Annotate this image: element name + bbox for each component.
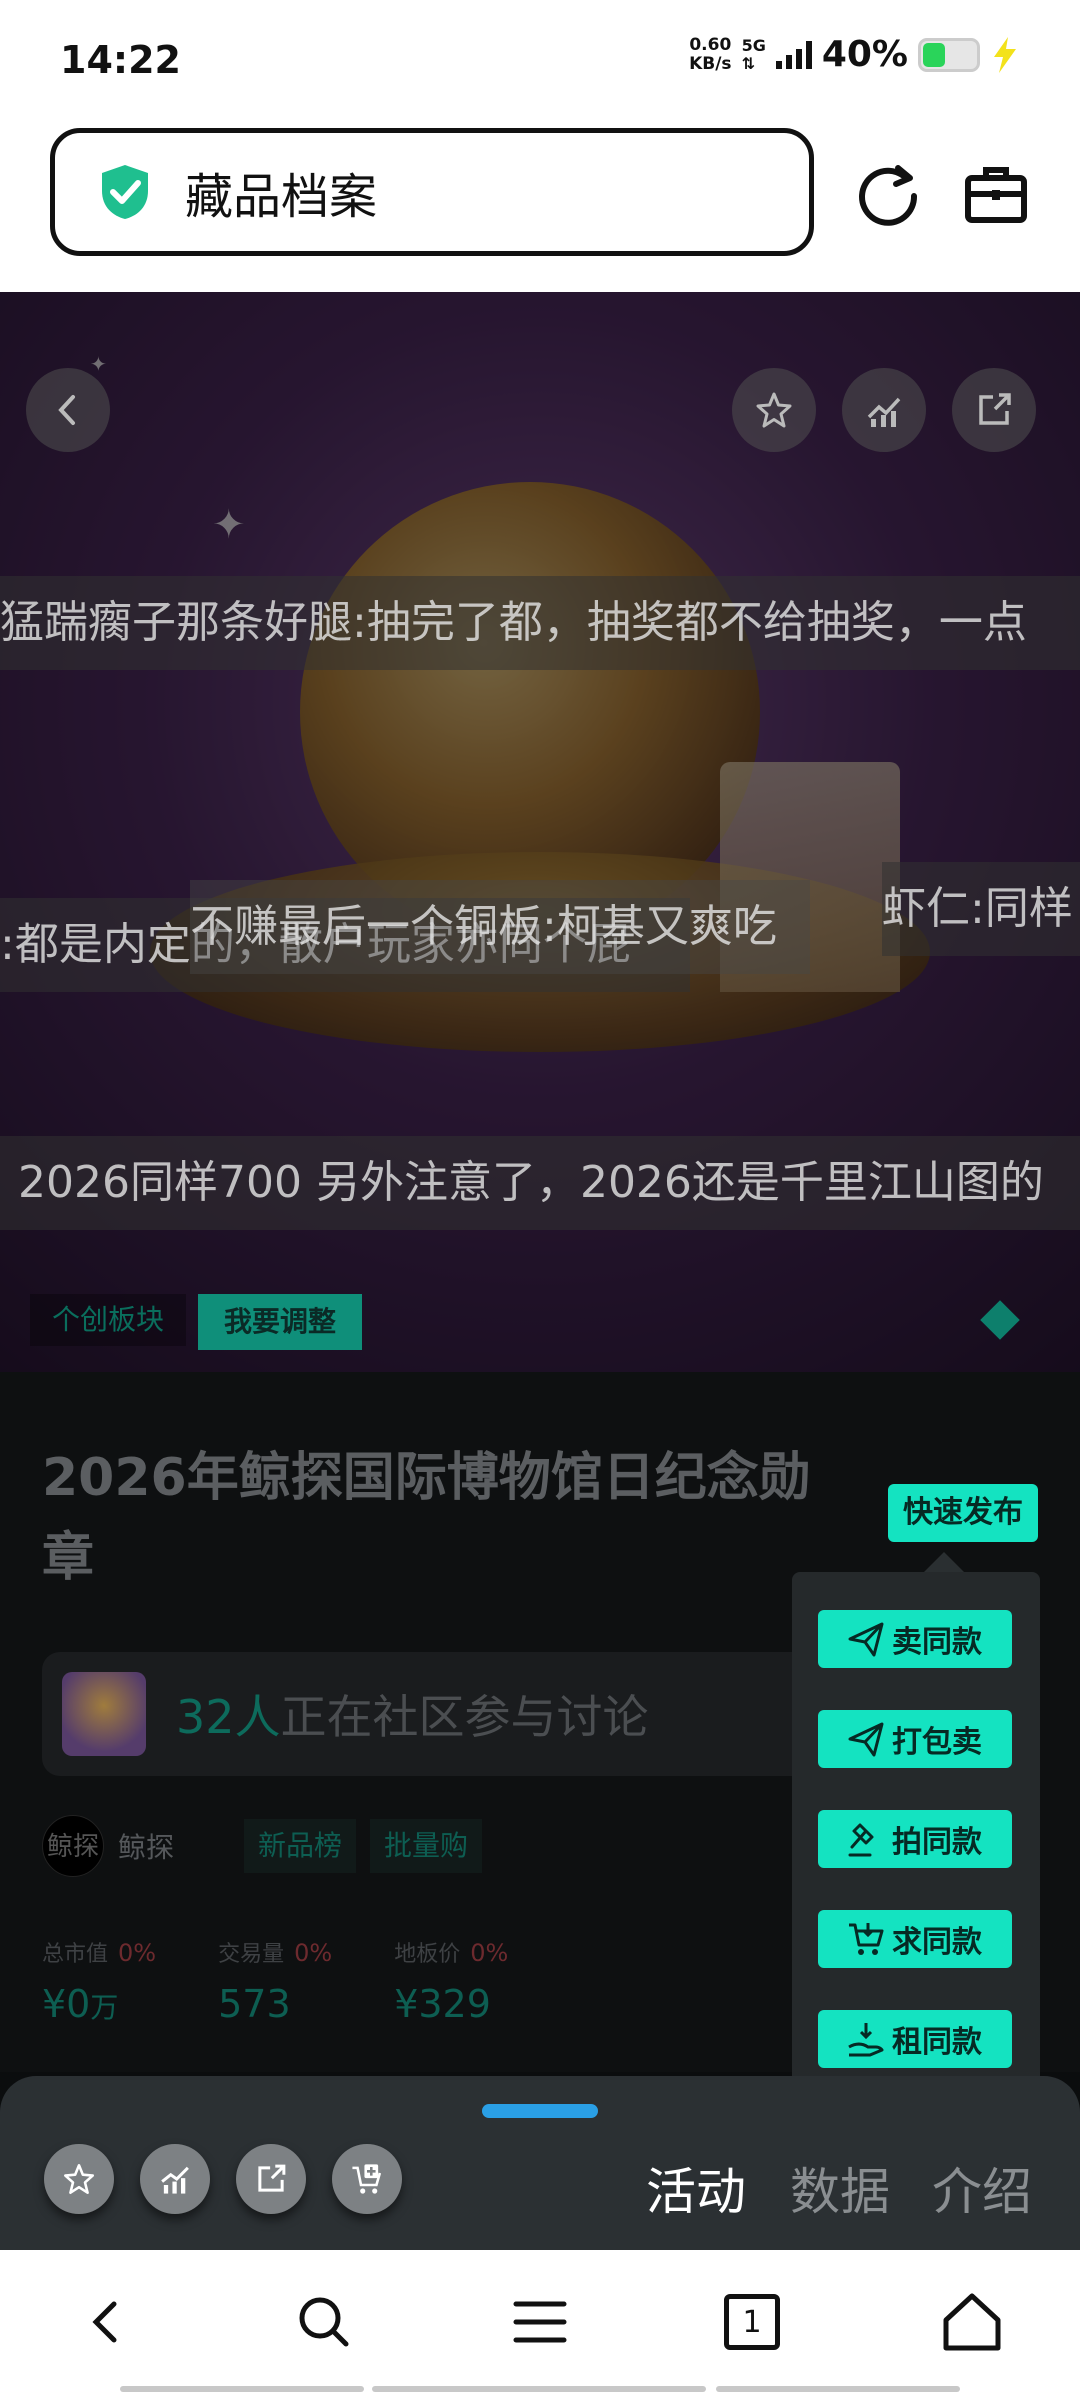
want-same-button[interactable]: 求同款	[818, 1910, 1012, 1968]
brand-logo[interactable]: 鲸探	[42, 1815, 104, 1877]
network-type: 5G ⇅	[741, 35, 766, 73]
share-button[interactable]	[952, 368, 1036, 452]
page-title: 藏品档案	[185, 169, 378, 225]
back-button[interactable]	[26, 368, 110, 452]
back-icon[interactable]	[76, 2290, 140, 2354]
board-tag[interactable]: 个创板块	[30, 1294, 187, 1346]
auction-same-button[interactable]: 拍同款	[818, 1810, 1012, 1868]
signal-icon	[775, 40, 812, 69]
danmu-comment: 不赚最后一个铜板:柯基又爽吃	[190, 880, 810, 974]
trend-chart-icon	[161, 2166, 189, 2194]
trend-button[interactable]	[842, 368, 926, 452]
trend-button[interactable]	[140, 2144, 210, 2214]
status-bar: 14:22 0.60 KB/s 5G ⇅ 40%	[0, 0, 1080, 120]
chip-new-ranking[interactable]: 新品榜	[244, 1819, 357, 1873]
community-discussion-banner[interactable]: 32人 正在社区参与讨论	[42, 1652, 842, 1776]
menu-icon[interactable]	[508, 2290, 572, 2354]
market-stats: 总市值 0% ¥0万 交易量 0% 573 地板价 0% ¥329	[42, 1936, 508, 2026]
send-icon	[848, 1622, 884, 1657]
danmu-comment: 虾仁:同样	[882, 862, 1080, 956]
tab-data[interactable]: 数据	[790, 2152, 890, 2224]
collectible-title: 2026年鲸探国际博物馆日纪念勋章	[42, 1448, 811, 1588]
sheet-drag-handle[interactable]	[482, 2104, 598, 2118]
network-speed: 0.60 KB/s	[689, 34, 732, 74]
collectible-hero-image: ✦ ✦ 猛踹瘸子那条好腿:抽完了都，抽奖都不给抽奖，一点 :都是内定的，散户玩家…	[0, 292, 1080, 1372]
cart-icon	[849, 1923, 884, 1955]
battery-icon	[918, 37, 980, 72]
charging-bolt-icon	[994, 36, 1016, 73]
browser-nav-bar: 1	[0, 2250, 1080, 2400]
favorite-button[interactable]	[44, 2144, 114, 2214]
collectible-thumbnail	[62, 1672, 146, 1756]
star-icon	[756, 392, 792, 428]
quick-publish-button[interactable]: 快速发布	[888, 1484, 1038, 1542]
address-bar: 藏品档案	[0, 120, 1080, 292]
status-time: 14:22	[60, 38, 181, 82]
add-to-cart-button[interactable]	[332, 2144, 402, 2214]
danmu-comment: 2026同样700 另外注意了，2026还是千里江山图的	[0, 1136, 1080, 1230]
status-right: 0.60 KB/s 5G ⇅ 40%	[689, 34, 1020, 75]
share-icon	[979, 393, 1011, 425]
bundle-sell-button[interactable]: 打包卖	[818, 1710, 1012, 1768]
rent-same-button[interactable]: 租同款	[818, 2010, 1012, 2068]
quick-publish-menu: 卖同款 打包卖 拍同款 求同款 租同款	[792, 1572, 1040, 2092]
stat-market-cap: 总市值 0% ¥0万	[42, 1939, 157, 2026]
stat-volume: 交易量 0% 573	[218, 1939, 333, 2026]
share-button[interactable]	[236, 2144, 306, 2214]
battery-percent: 40%	[821, 34, 908, 75]
bottom-sheet: 活动 数据 介绍	[0, 2076, 1080, 2250]
search-icon[interactable]	[292, 2290, 356, 2354]
trend-chart-icon	[867, 397, 901, 427]
discussion-count: 32人	[176, 1690, 281, 1744]
chevron-left-icon	[58, 395, 75, 425]
chip-bulk-buy[interactable]: 批量购	[370, 1819, 483, 1873]
hand-give-icon	[848, 2023, 884, 2057]
gavel-icon	[848, 1823, 874, 1857]
home-icon[interactable]	[940, 2290, 1004, 2354]
url-field[interactable]: 藏品档案	[50, 128, 814, 256]
adjust-button[interactable]: 我要调整	[198, 1294, 363, 1350]
send-icon	[848, 1722, 884, 1757]
favorite-button[interactable]	[732, 368, 816, 452]
tab-activity[interactable]: 活动	[646, 2152, 746, 2224]
star-icon	[64, 2164, 94, 2194]
sell-same-button[interactable]: 卖同款	[818, 1610, 1012, 1668]
stat-floor-price: 地板价 0% ¥329	[394, 1939, 509, 2026]
discussion-text: 正在社区参与讨论	[280, 1690, 649, 1744]
brand-name[interactable]: 鲸探	[118, 1826, 174, 1866]
cart-plus-icon	[352, 2164, 382, 2194]
tab-intro[interactable]: 介绍	[932, 2152, 1032, 2224]
danmu-comment: 猛踹瘸子那条好腿:抽完了都，抽奖都不给抽奖，一点	[0, 576, 1080, 670]
share-icon	[258, 2164, 286, 2192]
reload-icon[interactable]	[854, 160, 922, 228]
toolbox-icon[interactable]	[962, 160, 1030, 228]
tabs-count-button[interactable]: 1	[724, 2294, 780, 2350]
shield-check-icon	[102, 165, 148, 219]
data-arrows-icon: ⇅	[741, 53, 755, 73]
brand-row: 鲸探 鲸探 新品榜 批量购	[42, 1815, 496, 1877]
